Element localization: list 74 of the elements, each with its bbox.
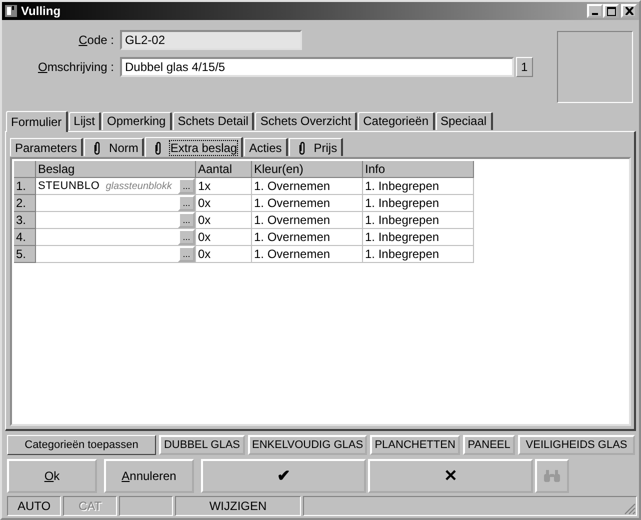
field-label: Omschrijving : [36, 60, 114, 74]
category-button[interactable]: PANEEL [463, 435, 516, 455]
table-cell: 0x [196, 229, 252, 246]
table-cell: 0x [196, 212, 252, 229]
table-cell: 1. Inbegrepen [363, 246, 474, 263]
table-cell: 1. Overnemen [252, 246, 363, 263]
table-cell: 0x [196, 195, 252, 212]
paperclip-icon [154, 140, 162, 154]
ok-button[interactable]: Ok [7, 459, 97, 493]
search-button[interactable] [535, 459, 569, 493]
tab[interactable]: Speciaal [436, 112, 493, 130]
row-number: 1. [14, 178, 36, 195]
table-cell: 1. Inbegrepen [363, 178, 474, 195]
row-number: 3. [14, 212, 36, 229]
table-cell: 1. Overnemen [252, 178, 363, 195]
table-cell: 1. Overnemen [252, 229, 363, 246]
tab[interactable]: Parameters [10, 138, 84, 156]
table-cell: 1. Inbegrepen [363, 212, 474, 229]
category-button[interactable]: PLANCHETTEN [370, 435, 460, 455]
tab[interactable]: Formulier [6, 111, 68, 132]
status-panel: WIJZIGEN [175, 496, 301, 516]
table-cell: 1x [196, 178, 252, 195]
tab[interactable]: Norm [84, 138, 144, 156]
category-button[interactable]: ENKELVOUDIG GLAS [248, 435, 368, 455]
category-button[interactable]: VEILIGHEIDS GLAS [518, 435, 635, 455]
table-cell: 1. Overnemen [252, 212, 363, 229]
browse-button[interactable]: ... [178, 195, 195, 211]
paperclip-icon [93, 140, 102, 154]
table-cell: STEUNBLO [38, 180, 100, 192]
binoculars-icon [543, 469, 561, 483]
tab[interactable]: Acties [244, 138, 288, 156]
window-title: Vulling [21, 4, 62, 18]
column-header: Aantal [196, 161, 252, 178]
category-button[interactable]: DUBBEL GLAS [159, 435, 245, 455]
close-icon [624, 7, 634, 15]
confirm-button[interactable]: ✔ [201, 459, 366, 493]
column-header: Beslag [36, 161, 196, 178]
tab[interactable]: Schets Detail [172, 112, 254, 130]
tab[interactable]: Categorieën [358, 112, 434, 130]
status-panel [119, 496, 173, 516]
field-label: Code : [78, 33, 114, 47]
maximize-icon [606, 6, 616, 16]
categories-label: Categorieën toepassen [7, 435, 156, 455]
description-text: glassteunblokk [106, 180, 172, 192]
tab[interactable]: Lijst [68, 112, 102, 130]
tab[interactable]: Extra beslag [145, 137, 244, 157]
delete-button[interactable]: ✕ [368, 459, 533, 493]
column-header: Kleur(en) [252, 161, 363, 178]
row-number: 4. [14, 229, 36, 246]
tab[interactable]: Opmerking [102, 112, 172, 130]
paperclip-icon [298, 140, 306, 154]
table-cell: 1. Overnemen [252, 195, 363, 212]
tab[interactable]: Schets Overzicht [255, 112, 358, 130]
maximize-button[interactable] [603, 4, 619, 18]
table-cell: 0x [196, 246, 252, 263]
close-button[interactable] [621, 4, 637, 18]
app-icon [4, 4, 18, 18]
counter-badge: 1 [516, 57, 533, 77]
table-cell: 1. Inbegrepen [363, 229, 474, 246]
tab[interactable]: Prijs [288, 138, 344, 156]
column-header: Info [363, 161, 474, 178]
corner-cell [14, 161, 36, 178]
cancel-button[interactable]: Annuleren [104, 459, 194, 493]
description-field[interactable]: Dubbel glas 4/15/5 [120, 57, 514, 77]
status-panel: AUTO [7, 496, 61, 516]
status-panel: CAT [63, 496, 117, 516]
row-number: 5. [14, 246, 36, 263]
minimize-button[interactable] [587, 4, 603, 18]
browse-button[interactable]: ... [178, 246, 195, 262]
table-cell: 1. Inbegrepen [363, 195, 474, 212]
browse-button[interactable]: ... [178, 212, 195, 228]
row-number: 2. [14, 195, 36, 212]
browse-button[interactable]: ... [178, 229, 195, 245]
browse-button[interactable]: ... [178, 178, 195, 194]
